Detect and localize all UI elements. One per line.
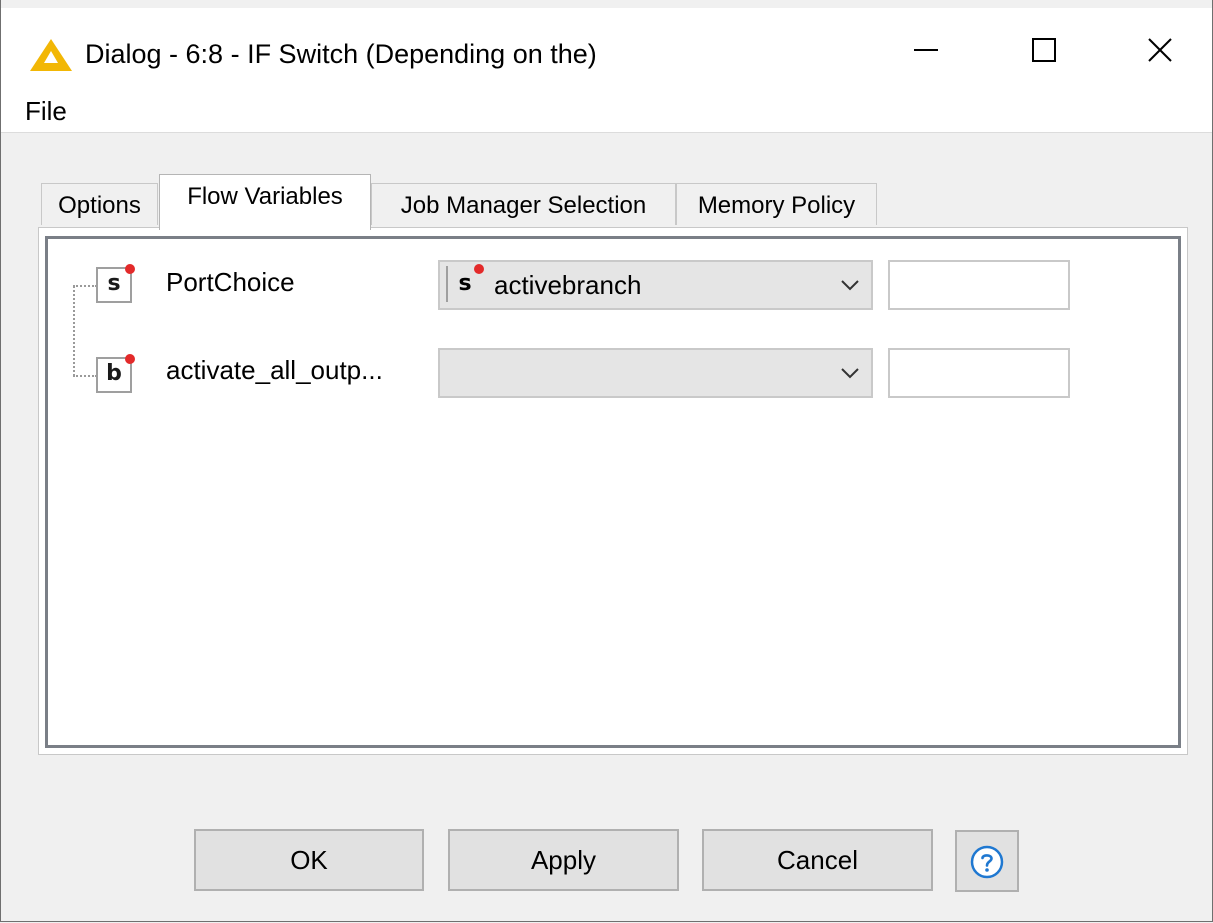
flow-variables-tree: s PortChoice s activebranch b activate_a…	[45, 236, 1181, 748]
variable-dot-icon	[125, 354, 135, 364]
variable-name-field[interactable]	[888, 260, 1070, 310]
dialog-window: Dialog - 6:8 - IF Switch (Depending on t…	[0, 0, 1213, 922]
maximize-button[interactable]	[1009, 22, 1079, 78]
tree-branch	[73, 285, 97, 287]
boolean-variable-icon: b	[96, 354, 135, 393]
variable-select[interactable]: s activebranch	[438, 260, 873, 310]
variable-select[interactable]	[438, 348, 873, 398]
string-variable-glyph: s	[107, 271, 121, 296]
window-title: Dialog - 6:8 - IF Switch (Depending on t…	[85, 39, 597, 69]
variable-dot-icon	[125, 264, 135, 274]
string-variable-icon: s	[446, 264, 484, 302]
minimize-icon	[914, 49, 938, 51]
help-button[interactable]	[955, 830, 1019, 892]
tab-memory-policy[interactable]: Memory Policy	[676, 183, 877, 225]
string-variable-glyph: s	[458, 271, 472, 296]
chevron-down-icon	[841, 280, 859, 291]
variable-name-input[interactable]	[890, 350, 1068, 396]
title-bar[interactable]: Dialog - 6:8 - IF Switch (Depending on t…	[1, 8, 1212, 88]
menu-divider	[1, 132, 1212, 133]
menu-file[interactable]: File	[25, 94, 67, 128]
cancel-button[interactable]: Cancel	[702, 829, 933, 891]
menu-bar: File	[1, 88, 1212, 132]
tree-connector	[73, 286, 75, 376]
tab-options[interactable]: Options	[41, 183, 158, 225]
string-variable-icon: s	[96, 264, 135, 303]
apply-button[interactable]: Apply	[448, 829, 679, 891]
close-button[interactable]	[1125, 22, 1195, 78]
variable-select-value: activebranch	[494, 270, 642, 300]
ok-button[interactable]: OK	[194, 829, 424, 891]
tab-flow-variables[interactable]: Flow Variables	[159, 174, 371, 230]
variable-name-input[interactable]	[890, 262, 1068, 308]
variable-name: PortChoice	[166, 267, 295, 297]
help-icon	[970, 845, 1004, 879]
chevron-down-icon	[841, 368, 859, 379]
tab-panel: s PortChoice s activebranch b activate_a…	[38, 227, 1188, 755]
minimize-button[interactable]	[891, 22, 961, 78]
tree-branch	[73, 375, 97, 377]
variable-dot-icon	[474, 264, 484, 274]
variable-name: activate_all_outp...	[166, 355, 383, 385]
variable-name-field[interactable]	[888, 348, 1070, 398]
boolean-variable-glyph: b	[106, 361, 122, 386]
close-icon	[1148, 38, 1172, 62]
maximize-icon	[1032, 38, 1056, 62]
tab-job-manager-selection[interactable]: Job Manager Selection	[371, 183, 676, 225]
warning-triangle-icon	[30, 39, 72, 71]
